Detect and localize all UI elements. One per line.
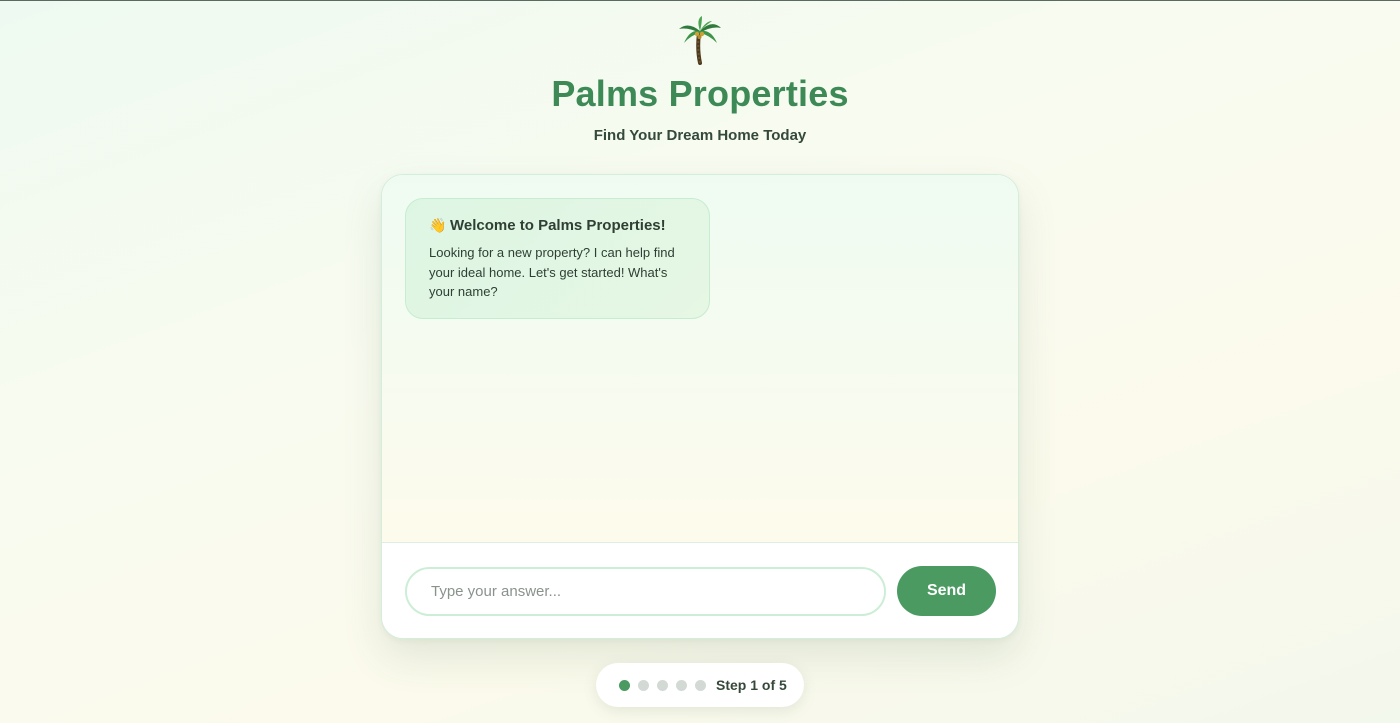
page-subtitle: Find Your Dream Home Today: [593, 127, 807, 144]
input-bar: Send: [382, 543, 1018, 638]
step-progress: Step 1 of 5: [596, 663, 804, 707]
progress-dot: [695, 679, 706, 691]
bot-message: 👋 Welcome to Palms Properties! Looking f…: [405, 198, 710, 319]
message-list: 👋 Welcome to Palms Properties! Looking f…: [382, 175, 1018, 543]
progress-dot: [657, 679, 668, 691]
progress-dot: [619, 679, 630, 691]
palm-tree-icon: [679, 16, 721, 65]
waving-hand-icon: 👋: [429, 217, 447, 233]
message-heading-row: 👋 Welcome to Palms Properties!: [429, 217, 687, 234]
progress-dot: [676, 679, 687, 691]
chat-window: 👋 Welcome to Palms Properties! Looking f…: [381, 174, 1019, 639]
message-text: Looking for a new property? I can help f…: [429, 245, 675, 299]
step-label: Step 1 of 5: [716, 677, 787, 693]
message-heading: Welcome to Palms Properties!: [450, 217, 666, 234]
page-title: Palms Properties: [551, 73, 849, 114]
app-header: Palms Properties Find Your Dream Home To…: [0, 15, 1400, 144]
send-button[interactable]: Send: [897, 566, 996, 616]
answer-input[interactable]: [405, 567, 886, 616]
progress-dot: [638, 679, 649, 691]
